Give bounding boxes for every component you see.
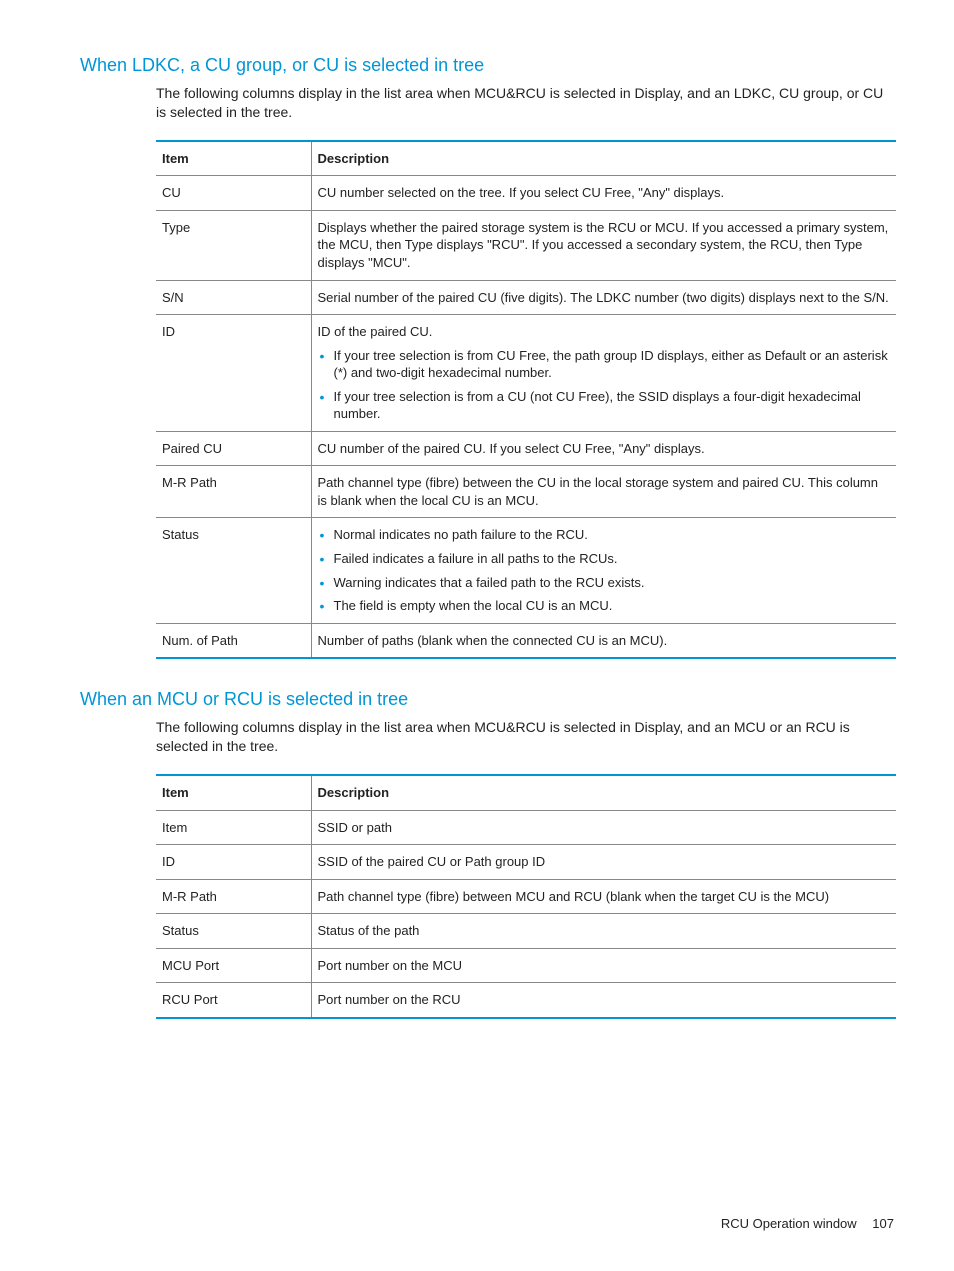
cell-text: SSID of the paired CU or Path group ID: [318, 853, 891, 871]
table-header-row: Item Description: [156, 141, 896, 176]
table-body: CU CU number selected on the tree. If you…: [156, 176, 896, 658]
col-header-item: Item: [156, 141, 311, 176]
table-row: Paired CU CU number of the paired CU. If …: [156, 431, 896, 466]
table-mcu-rcu: Item Description Item SSID or path ID SSID …: [156, 774, 896, 1019]
cell-text: Status of the path: [318, 922, 891, 940]
list-item: Warning indicates that a failed path to …: [318, 574, 891, 592]
list-item: If your tree selection is from CU Free, …: [318, 347, 891, 382]
cell-desc: Status of the path: [311, 914, 896, 949]
section-intro: The following columns display in the lis…: [156, 84, 884, 122]
cell-text: Displays whether the paired storage syst…: [318, 219, 891, 272]
cell-text: Path channel type (fibre) between the CU…: [318, 474, 891, 509]
table-row: Status Status of the path: [156, 914, 896, 949]
cell-text: Port number on the MCU: [318, 957, 891, 975]
table-row: RCU Port Port number on the RCU: [156, 983, 896, 1018]
section-ldkc: When LDKC, a CU group, or CU is selected…: [60, 55, 894, 659]
cell-desc: Normal indicates no path failure to the …: [311, 518, 896, 623]
cell-desc: Serial number of the paired CU (five dig…: [311, 280, 896, 315]
cell-item: Type: [156, 210, 311, 280]
cell-text: ID of the paired CU.: [318, 323, 891, 341]
section-mcu-rcu: When an MCU or RCU is selected in tree T…: [60, 689, 894, 1019]
cell-item: ID: [156, 845, 311, 880]
cell-desc: CU number of the paired CU. If you selec…: [311, 431, 896, 466]
table-row: ID ID of the paired CU. If your tree selec…: [156, 315, 896, 432]
table-header-row: Item Description: [156, 775, 896, 810]
col-header-item: Item: [156, 775, 311, 810]
table-row: S/N Serial number of the paired CU (five …: [156, 280, 896, 315]
cell-text: Path channel type (fibre) between MCU an…: [318, 888, 891, 906]
cell-item: RCU Port: [156, 983, 311, 1018]
cell-desc: Port number on the MCU: [311, 948, 896, 983]
cell-desc: SSID of the paired CU or Path group ID: [311, 845, 896, 880]
page-footer: RCU Operation window 107: [721, 1216, 894, 1231]
cell-desc: ID of the paired CU. If your tree selecti…: [311, 315, 896, 432]
cell-item: Num. of Path: [156, 623, 311, 658]
cell-item: ID: [156, 315, 311, 432]
section-heading: When an MCU or RCU is selected in tree: [80, 689, 894, 710]
cell-item: Status: [156, 518, 311, 623]
table-row: MCU Port Port number on the MCU: [156, 948, 896, 983]
cell-desc: CU number selected on the tree. If you s…: [311, 176, 896, 211]
cell-item: S/N: [156, 280, 311, 315]
cell-desc: Path channel type (fibre) between MCU an…: [311, 879, 896, 914]
footer-page: 107: [872, 1216, 894, 1231]
table-row: TypeDisplays whether the paired storage …: [156, 210, 896, 280]
section-intro: The following columns display in the lis…: [156, 718, 884, 756]
table-row: Num. of Path Number of paths (blank when …: [156, 623, 896, 658]
cell-item: Item: [156, 810, 311, 845]
cell-text: Number of paths (blank when the connecte…: [318, 632, 891, 650]
table-row: M-R PathPath channel type (fibre) betwee…: [156, 466, 896, 518]
cell-item: M-R Path: [156, 466, 311, 518]
cell-item: Status: [156, 914, 311, 949]
cell-desc: Displays whether the paired storage syst…: [311, 210, 896, 280]
table-row: ID SSID of the paired CU or Path group ID: [156, 845, 896, 880]
list-item: The field is empty when the local CU is …: [318, 597, 891, 615]
table-row: Item SSID or path: [156, 810, 896, 845]
cell-item: MCU Port: [156, 948, 311, 983]
cell-item: CU: [156, 176, 311, 211]
cell-desc: Port number on the RCU: [311, 983, 896, 1018]
footer-title: RCU Operation window: [721, 1216, 857, 1231]
cell-text: Port number on the RCU: [318, 991, 891, 1009]
cell-item: M-R Path: [156, 879, 311, 914]
cell-text: CU number of the paired CU. If you selec…: [318, 440, 891, 458]
section-heading: When LDKC, a CU group, or CU is selected…: [80, 55, 894, 76]
list-item: Failed indicates a failure in all paths …: [318, 550, 891, 568]
cell-desc: Number of paths (blank when the connecte…: [311, 623, 896, 658]
list-item: If your tree selection is from a CU (not…: [318, 388, 891, 423]
cell-text: SSID or path: [318, 819, 891, 837]
table-ldkc: Item Description CU CU number selected on…: [156, 140, 896, 659]
list-item: Normal indicates no path failure to the …: [318, 526, 891, 544]
cell-item: Paired CU: [156, 431, 311, 466]
table-body: Item SSID or path ID SSID of the paired CU …: [156, 810, 896, 1018]
cell-list: If your tree selection is from CU Free, …: [318, 347, 891, 423]
cell-list: Normal indicates no path failure to the …: [318, 526, 891, 614]
cell-text: CU number selected on the tree. If you s…: [318, 184, 891, 202]
table-row: M-R Path Path channel type (fibre) betwee…: [156, 879, 896, 914]
col-header-desc: Description: [311, 775, 896, 810]
col-header-desc: Description: [311, 141, 896, 176]
cell-desc: Path channel type (fibre) between the CU…: [311, 466, 896, 518]
cell-text: Serial number of the paired CU (five dig…: [318, 289, 891, 307]
table-row: CU CU number selected on the tree. If you…: [156, 176, 896, 211]
table-row: Status Normal indicates no path failure t…: [156, 518, 896, 623]
cell-desc: SSID or path: [311, 810, 896, 845]
